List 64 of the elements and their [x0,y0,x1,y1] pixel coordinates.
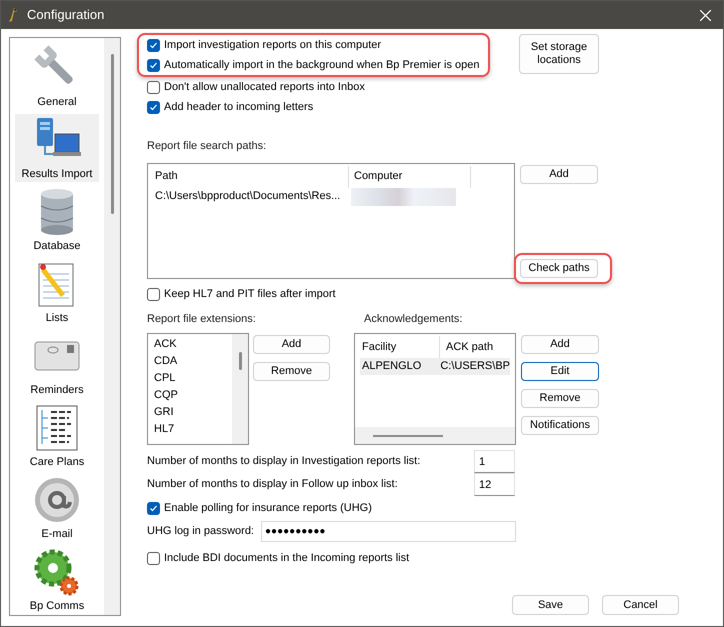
button[interactable]: Add [521,335,599,354]
field-label: UHG log in password: [147,524,255,540]
button[interactable]: Notifications [521,416,599,435]
scrollbar[interactable] [104,38,120,615]
checkbox-label: Keep HL7 and PIT files after import [164,287,336,302]
list-item[interactable]: CQP [154,387,232,404]
button[interactable]: Add [520,164,598,184]
list-item[interactable]: CPL [154,370,232,387]
sidebar-item[interactable]: Results Import [15,114,99,182]
checkbox-label: Import investigation reports on this computer [164,38,382,53]
password-field[interactable]: ●●●●●●●●●● [261,521,516,542]
checkbox-label: Enable polling for insurance reports (UHG) [164,500,372,516]
search-paths-list[interactable]: Path Computer C:\Users\bpproduct\Documents\Res... [147,162,515,278]
sidebar-item[interactable]: Bp Comms [15,546,99,614]
checkbox[interactable] [147,80,160,94]
checkbox[interactable] [147,100,160,114]
section-label: Report file search paths: [147,139,268,154]
checkbox[interactable] [147,38,160,52]
checkmark-icon [149,40,158,50]
checkbox-label: Don't allow unallocated reports into Inbox [164,80,365,95]
checkbox-label: Automatically import in the background when Bp Premier is open [164,58,480,73]
sidebar-item[interactable]: Database [15,186,99,254]
checkmark-icon [149,102,158,112]
column-header[interactable]: Path [153,166,349,188]
extensions-list[interactable]: ACK CDA CPL CQP GRI HL7 [147,333,249,445]
acknowledgements-list[interactable]: Facility ACK path ALPENGLO C:\USERS\BP [354,333,516,445]
window-title: Configuration [27,6,104,24]
section-label: Acknowledgements: [364,312,464,326]
list-item[interactable]: HL7 [154,421,232,438]
column-header[interactable]: ACK path [440,338,494,356]
field-label: Number of months to display in Investigation reports list: [147,454,420,470]
field-label: Number of months to display in Follow up inbox list: [147,477,398,492]
close-icon[interactable] [700,10,711,20]
checkbox[interactable] [147,58,160,72]
button[interactable]: Remove [253,362,330,381]
checkmark-icon [149,504,158,512]
sidebar-item[interactable]: Reminders [15,330,99,398]
button[interactable]: Remove [521,389,599,408]
button[interactable]: Cancel [602,595,679,615]
checkbox[interactable] [147,552,160,564]
path-cell-text: C:\Users\bpproduct\Documents\Res... [154,189,342,204]
checkmark-icon [149,60,158,70]
table-row[interactable]: ALPENGLO C:\USERS\BP [360,358,510,375]
scrollbar[interactable] [232,334,248,444]
button[interactable]: Edit [521,362,599,381]
set-storage-button[interactable]: Set storage locations [519,34,599,74]
list-item[interactable]: GRI [154,404,232,421]
section-label: Report file extensions: [147,312,257,326]
sidebar-item[interactable]: Lists [15,258,99,326]
sidebar-item[interactable]: General [15,42,99,110]
button[interactable]: Check paths [520,258,598,278]
button[interactable]: Save [512,595,589,615]
list-item[interactable]: CDA [154,353,232,370]
checkbox-label: Add header to incoming letters [164,100,314,115]
sidebar-item[interactable]: Care Plans [15,402,99,470]
checkbox[interactable] [147,288,160,301]
scrollbar[interactable] [355,427,515,444]
list-item[interactable]: ACK [154,336,232,353]
checkbox[interactable] [147,502,160,514]
input-field[interactable]: 1 [474,450,515,473]
checkbox-label: Include BDI documents in the Incoming reports list [164,550,410,566]
button[interactable]: Add [253,335,330,354]
input-field[interactable]: 12 [474,473,515,496]
sidebar-item[interactable]: E-mail [15,474,99,542]
